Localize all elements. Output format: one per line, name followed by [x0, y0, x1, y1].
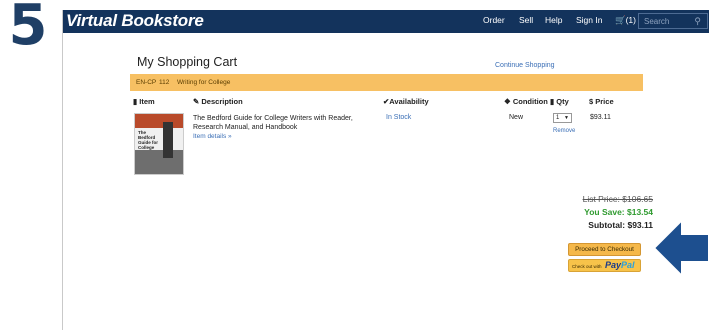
bookmark-icon: ▮: [133, 97, 138, 106]
nav-sign-in[interactable]: Sign In: [576, 15, 602, 25]
course-name: Writing for College: [177, 79, 231, 86]
header-availability: ✔Availability: [383, 97, 429, 106]
dollar-icon: $: [589, 97, 594, 106]
availability-status: In Stock: [386, 114, 412, 121]
proceed-to-checkout-button[interactable]: Proceed to Checkout: [568, 243, 641, 256]
pencil-icon: ✎: [193, 97, 200, 106]
course-number: 112: [159, 79, 170, 86]
nav-help[interactable]: Help: [545, 15, 562, 25]
header-condition: ❖ Condition: [504, 97, 548, 106]
header-item: ▮ Item: [133, 97, 155, 106]
nav-sell[interactable]: Sell: [519, 15, 533, 25]
subtotal: Subtotal: $93.11: [588, 220, 653, 230]
browser-page: Virtual Bookstore Order Sell Help Sign I…: [62, 10, 709, 330]
page-title: My Shopping Cart: [137, 55, 238, 69]
bar-chart-icon: ▮: [550, 97, 555, 106]
list-price: List Price: $106.65: [582, 194, 653, 204]
quantity-value: 1: [556, 115, 560, 121]
search-placeholder: Search: [644, 17, 670, 26]
brand-logo[interactable]: Virtual Bookstore: [66, 11, 204, 31]
you-save: You Save: $13.54: [584, 207, 653, 217]
nav-cart[interactable]: 🛒(1): [615, 15, 636, 26]
search-input[interactable]: Search ⚲: [638, 13, 708, 29]
paypal-checkout-button[interactable]: Check out with PayPal: [568, 259, 641, 272]
cart-icon: 🛒: [615, 15, 626, 25]
continue-shopping-link[interactable]: Continue Shopping: [495, 62, 555, 69]
paypal-prefix: Check out with: [572, 264, 602, 269]
item-price: $93.11: [590, 114, 611, 121]
paypal-logo: PayPal: [605, 260, 635, 270]
quantity-select[interactable]: 1 ▼: [553, 113, 572, 123]
nav-order[interactable]: Order: [483, 15, 505, 25]
remove-link[interactable]: Remove: [553, 128, 575, 134]
navbar: Virtual Bookstore Order Sell Help Sign I…: [63, 10, 709, 33]
item-condition: New: [509, 114, 524, 121]
item-details-link[interactable]: Item details »: [193, 133, 232, 140]
header-description: ✎ Description: [193, 97, 243, 106]
item-description: The Bedford Guide for College Writers wi…: [193, 115, 353, 131]
course-bar: EN-CP 112 Writing for College: [130, 74, 643, 91]
header-qty: ▮ Qty: [550, 97, 569, 106]
header-price: $ Price: [589, 97, 614, 106]
pointer-arrow-icon: [652, 216, 709, 280]
step-number: 5: [8, 0, 48, 58]
course-code: EN-CP: [136, 79, 157, 86]
book-cover-image[interactable]: The Bedford Guide for College Writers: [134, 113, 184, 175]
info-icon: ❖: [504, 97, 511, 106]
chevron-down-icon: ▼: [564, 115, 569, 121]
search-icon[interactable]: ⚲: [694, 16, 701, 27]
cart-count: (1): [625, 15, 636, 25]
